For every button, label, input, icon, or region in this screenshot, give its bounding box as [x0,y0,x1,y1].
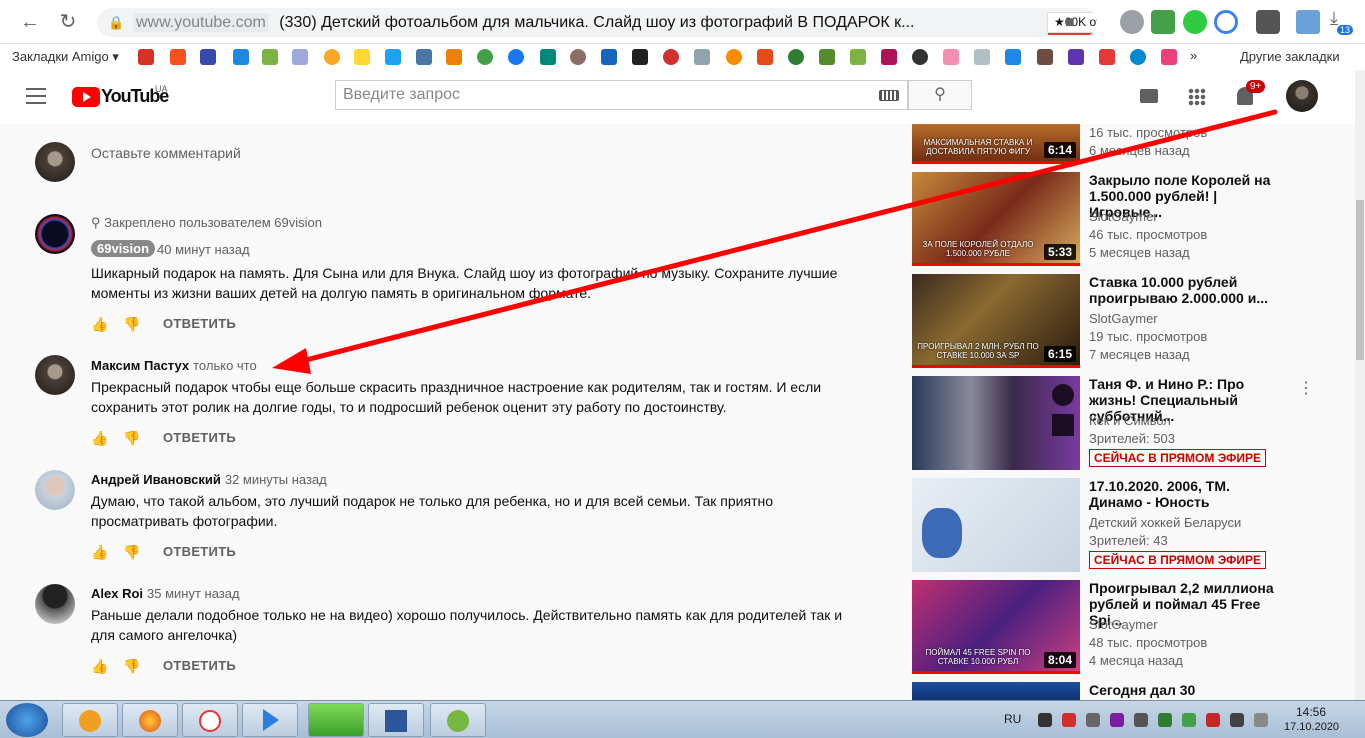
taskbar-app-browser-amigo[interactable] [62,703,118,737]
taskbar-app-utorrent[interactable] [430,703,486,737]
language-indicator[interactable]: RU [1004,712,1021,726]
tray-icon-6[interactable] [1158,713,1172,727]
annotation-arrow [272,109,1278,374]
tray-icon-2[interactable] [1062,713,1076,727]
taskbar-app-firefox[interactable] [122,703,178,737]
clock-time[interactable]: 14:56 [1296,705,1326,719]
taskbar-app-plus[interactable] [308,703,364,737]
start-button[interactable] [6,703,48,737]
volume-icon[interactable] [1254,713,1268,727]
tray-icon-8[interactable] [1206,713,1220,727]
arrow-head [272,348,311,374]
clock-date[interactable]: 17.10.2020 [1284,721,1339,733]
arrow-shaft [295,109,1278,365]
taskbar-app-word[interactable] [368,703,424,737]
taskbar-app-yandex[interactable] [182,703,238,737]
tray-icon-4[interactable] [1110,713,1124,727]
tray-icon-3[interactable] [1086,713,1100,727]
tray-icon-5[interactable] [1134,713,1148,727]
tray-icon-1[interactable] [1038,713,1052,727]
taskbar-app-player[interactable] [242,703,298,737]
taskbar: RU 14:56 17.10.2020 [0,700,1365,738]
tray-icon-7[interactable] [1182,713,1196,727]
tray-icon-9[interactable] [1230,713,1244,727]
